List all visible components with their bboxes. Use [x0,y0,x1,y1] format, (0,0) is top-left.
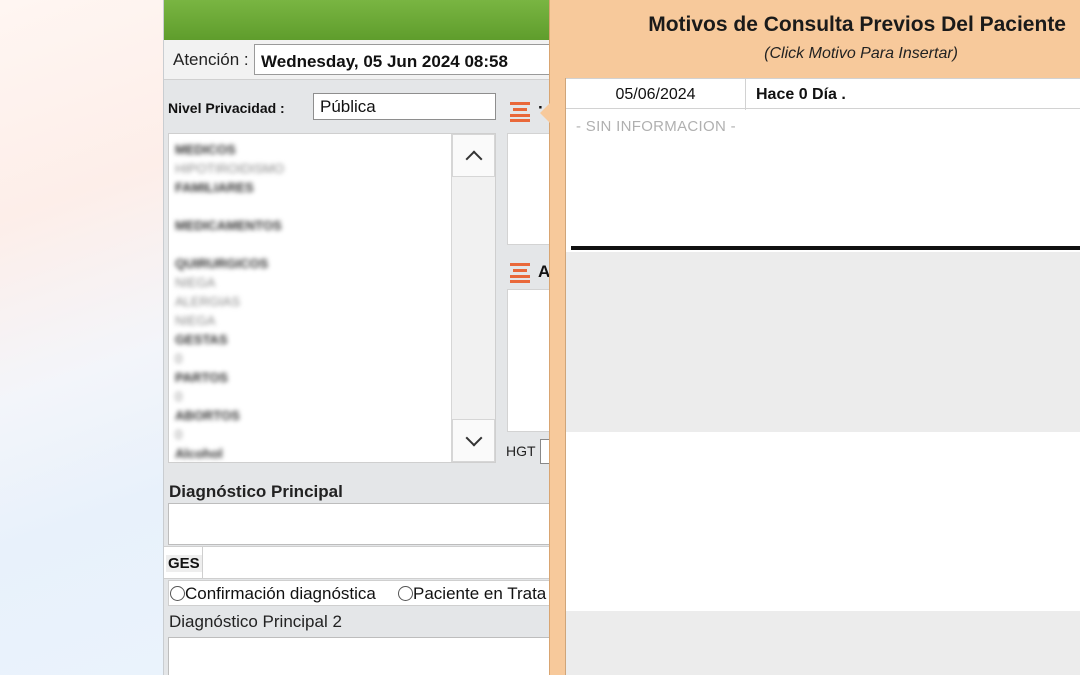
history-entry: NIEGA [175,275,216,290]
scroll-up-button[interactable] [452,134,495,177]
diagnosis-principal-label: Diagnóstico Principal [169,482,343,501]
history-list: MEDICOS HIPOTIROIDISMO FAMILIARES MEDICAMEN… [175,140,445,462]
consultation-form: Atención : Wednesday, 05 Jun 2024 08:58 … [163,0,570,675]
hgt-label: HGT [506,443,536,459]
atencion-row: Atención : Wednesday, 05 Jun 2024 08:58 [164,40,564,80]
visit-date: 05/06/2024 [566,79,746,110]
atencion-datetime-field[interactable]: Wednesday, 05 Jun 2024 08:58 [254,44,564,75]
menu-lines-icon[interactable] [510,102,530,122]
radio-confirmacion-diagnostica[interactable]: Confirmación diagnóstica [170,584,376,604]
chevron-down-icon [465,429,482,446]
modal-body: 05/06/2024 Hace 0 Día . - SIN INFORMACIO… [565,78,1080,675]
diagnosis-principal-2-input[interactable] [168,637,568,675]
history-entry: MEDICOS [175,142,236,157]
modal-subtitle: (Click Motivo Para Insertar) [764,45,958,62]
privacy-level-select[interactable]: Pública [313,93,496,120]
ges-row: GES [164,546,563,579]
history-entry: QUIRURGICOS [175,256,269,271]
history-scrollbar[interactable] [451,134,495,462]
radio-circle-icon [398,586,413,601]
scroll-down-button[interactable] [452,419,495,462]
diagnosis-type-radio-group: Confirmación diagnóstica Paciente en Tra… [168,580,568,606]
diagnosis-principal-2-label: Diagnóstico Principal 2 [169,612,342,631]
history-entry: ALERGIAS [175,294,241,309]
history-entry: ABORTOS [175,408,240,423]
visit-no-info[interactable]: - SIN INFORMACION - [576,118,736,135]
privacy-level-label: Nivel Privacidad : [168,100,285,116]
history-entry [175,235,445,254]
history-entry: 0 [175,351,183,366]
radio-circle-icon [170,586,185,601]
history-entry: GESTAS [175,332,228,347]
radio-label: Confirmación diagnóstica [185,584,376,603]
visit-relative-time: Hace 0 Día . [756,86,846,103]
patient-history-panel: MEDICOS HIPOTIROIDISMO FAMILIARES MEDICAMEN… [168,133,496,463]
diagnosis-principal-input[interactable] [168,503,568,545]
history-entry: NIEGA [175,313,216,328]
history-entry: Alcohol [175,446,223,461]
ges-label: GES [166,555,202,572]
separator [571,246,1080,250]
history-entry: MEDICAMENTOS [175,218,282,233]
history-entry [175,197,445,216]
menu-lines-icon[interactable] [510,263,530,283]
chevron-up-icon [465,150,482,167]
header-bar [164,0,563,40]
history-entry: 0 [175,389,183,404]
empty-band [566,252,1080,432]
modal-title: Motivos de Consulta Previos Del Paciente [648,13,1066,36]
modal-pointer [540,103,550,123]
atencion-label: Atención : [173,50,249,69]
ges-divider [202,547,203,578]
visit-record-row[interactable]: 05/06/2024 Hace 0 Día . [566,78,1080,110]
radio-paciente-en-tratamiento[interactable]: Paciente en Trata [398,584,546,604]
previous-visits-modal: Motivos de Consulta Previos Del Paciente… [540,0,1080,675]
background-left [0,0,163,675]
radio-label: Paciente en Trata [413,584,547,603]
history-entry: PARTOS [175,370,228,385]
history-entry: FAMILIARES [175,180,254,195]
empty-band [566,611,1080,675]
history-entry: HIPOTIROIDISMO [175,161,285,176]
history-entry: 0 [175,427,183,442]
